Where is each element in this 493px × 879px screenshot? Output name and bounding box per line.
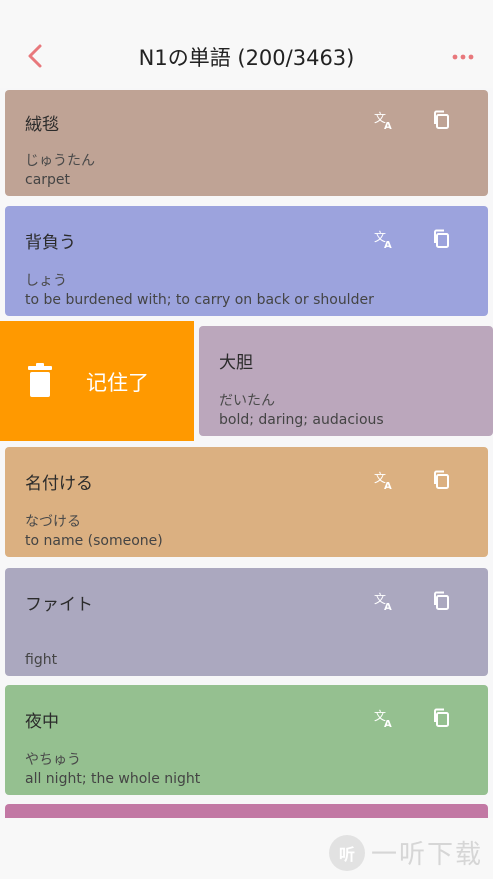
translate-button[interactable]: 文 A — [372, 107, 398, 133]
word-text: ファイト — [25, 595, 93, 615]
word-meaning: fight — [25, 652, 58, 668]
translate-icon: 文 A — [374, 110, 392, 130]
translate-button[interactable]: 文 A — [372, 588, 398, 614]
word-list[interactable]: 絨毯 文 A じゅうたん carpet 背負う 文 A しょう to be bu… — [0, 88, 493, 818]
word-card[interactable]: 夜中 文 A やちゅう all night; the whole night — [5, 685, 488, 795]
copy-button[interactable] — [428, 107, 454, 133]
translate-button[interactable]: 文 A — [372, 226, 398, 252]
page-title: N1の単語 (200/3463) — [138, 46, 355, 70]
copy-button[interactable] — [428, 467, 454, 493]
svg-text:A: A — [384, 121, 392, 130]
word-reading: だいたん — [219, 393, 275, 409]
watermark-text: 一听下载 — [370, 840, 483, 870]
word-card[interactable]: 背負う 文 A しょう to be burdened with; to carr… — [5, 206, 488, 316]
word-card[interactable]: 絨毯 文 A じゅうたん carpet — [5, 90, 488, 196]
svg-text:A: A — [384, 481, 392, 490]
copy-icon — [434, 110, 449, 129]
svg-text:A: A — [384, 719, 392, 728]
word-reading: やちゅう — [25, 752, 81, 768]
word-text: 背負う — [25, 233, 76, 253]
word-card[interactable]: ファイト 文 A fight — [5, 568, 488, 676]
more-dots-icon — [452, 54, 474, 60]
svg-text:A: A — [384, 602, 392, 611]
word-text: 絨毯 — [25, 115, 59, 135]
translate-icon: 文 A — [374, 591, 392, 611]
footer-area: 听 一听下载 — [0, 818, 493, 879]
word-meaning: to name (someone) — [25, 533, 163, 549]
translate-icon: 文 A — [374, 470, 392, 490]
remembered-action[interactable]: 记住了 — [0, 321, 194, 441]
word-meaning: carpet — [25, 172, 71, 188]
watermark-logo: 听 — [328, 834, 365, 871]
more-button[interactable] — [449, 44, 477, 70]
translate-icon: 文 A — [374, 229, 392, 249]
word-meaning: all night; the whole night — [25, 771, 201, 787]
word-meaning: bold; daring; audacious — [219, 412, 384, 428]
word-meaning: to be burdened with; to carry on back or… — [25, 292, 374, 308]
copy-icon — [434, 591, 449, 610]
word-reading: しょう — [25, 273, 67, 289]
word-text: 大胆 — [219, 353, 253, 373]
word-text: 夜中 — [25, 712, 59, 732]
word-reading: じゅうたん — [25, 153, 95, 169]
word-card[interactable]: 名付ける 文 A なづける to name (someone) — [5, 447, 488, 557]
translate-button[interactable]: 文 A — [372, 705, 398, 731]
watermark: 听 一听下载 — [328, 834, 483, 871]
word-reading: なづける — [25, 514, 81, 530]
word-card[interactable]: 大胆 だいたん bold; daring; audacious — [199, 326, 493, 436]
copy-icon — [434, 229, 449, 248]
translate-button[interactable]: 文 A — [372, 467, 398, 493]
word-text: 名付ける — [25, 474, 93, 494]
copy-button[interactable] — [428, 588, 454, 614]
copy-icon — [434, 708, 449, 727]
translate-icon: 文 A — [374, 708, 392, 728]
copy-button[interactable] — [428, 705, 454, 731]
word-card[interactable] — [5, 804, 488, 818]
navigation-bar: N1の単語 (200/3463) — [0, 0, 493, 88]
svg-text:A: A — [384, 240, 392, 249]
copy-icon — [434, 470, 449, 489]
copy-button[interactable] — [428, 226, 454, 252]
trash-icon — [28, 363, 52, 397]
remembered-label: 记住了 — [86, 371, 149, 395]
